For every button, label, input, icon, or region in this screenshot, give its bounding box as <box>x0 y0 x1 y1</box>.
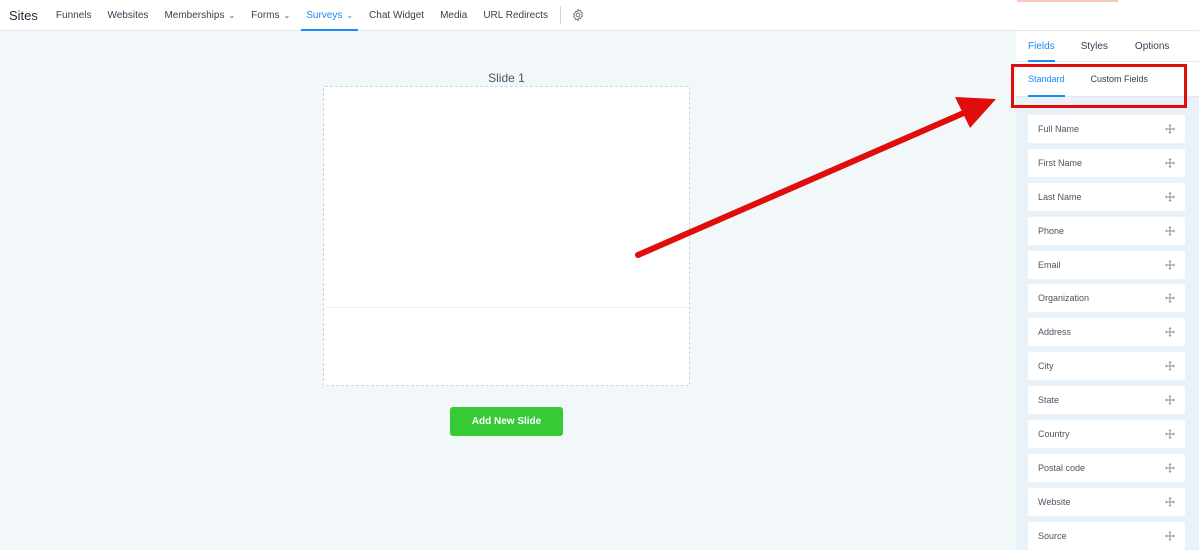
nav-websites[interactable]: Websites <box>107 0 148 31</box>
tab-standard[interactable]: Standard <box>1028 62 1065 97</box>
chevron-down-icon: ⌄ <box>228 10 236 20</box>
move-icon[interactable] <box>1165 259 1175 270</box>
field-label: Postal code <box>1038 462 1086 473</box>
slide-title: Slide 1 <box>488 71 525 85</box>
slide-divider <box>324 307 689 308</box>
field-label: Address <box>1038 327 1072 338</box>
field-item[interactable]: Email <box>1028 250 1185 279</box>
nav-forms[interactable]: Forms ⌄ <box>251 0 290 31</box>
move-icon[interactable] <box>1165 530 1175 541</box>
tab-styles[interactable]: Styles <box>1081 31 1108 62</box>
field-label: Country <box>1038 429 1070 440</box>
field-item[interactable]: Country <box>1028 420 1185 449</box>
chevron-down-icon: ⌄ <box>346 10 354 20</box>
tab-custom-fields[interactable]: Custom Fields <box>1091 62 1149 97</box>
move-icon[interactable] <box>1165 395 1175 406</box>
field-item[interactable]: First Name <box>1028 148 1185 177</box>
tab-fields[interactable]: Fields <box>1028 31 1055 62</box>
field-label: City <box>1038 361 1054 372</box>
field-label: First Name <box>1038 157 1083 168</box>
move-icon[interactable] <box>1165 327 1175 338</box>
top-navigation: Sites Funnels Websites Memberships ⌄ Form… <box>0 0 1199 31</box>
move-icon[interactable] <box>1165 462 1175 473</box>
move-icon[interactable] <box>1165 496 1175 507</box>
move-icon[interactable] <box>1165 429 1175 440</box>
move-icon[interactable] <box>1165 225 1175 236</box>
field-label: Website <box>1038 496 1071 507</box>
nav-chat-widget[interactable]: Chat Widget <box>369 0 424 31</box>
field-item[interactable]: Postal code <box>1028 453 1185 482</box>
slide-canvas[interactable] <box>323 86 690 386</box>
top-notification-strip <box>1017 0 1118 2</box>
fields-panel: Fields Styles Options Standard Custom Fi… <box>1016 31 1199 550</box>
add-new-slide-button[interactable]: Add New Slide <box>450 407 563 436</box>
move-icon[interactable] <box>1165 293 1175 304</box>
nav-memberships[interactable]: Memberships ⌄ <box>164 0 235 31</box>
nav-surveys[interactable]: Surveys ⌄ <box>301 0 358 31</box>
move-icon[interactable] <box>1165 124 1175 134</box>
field-label: Full Name <box>1038 124 1080 134</box>
nav-funnels[interactable]: Funnels <box>56 0 92 31</box>
nav-divider <box>559 6 561 24</box>
field-sub-tabs: Standard Custom Fields <box>1016 62 1199 97</box>
field-item[interactable]: Website <box>1028 487 1185 516</box>
field-item[interactable]: City <box>1028 352 1185 381</box>
field-list: Full Name First Name Last Name Phone Email Or… <box>1028 115 1185 550</box>
field-label: Source <box>1038 530 1067 541</box>
field-item[interactable]: Last Name <box>1028 182 1185 211</box>
field-label: Email <box>1038 259 1061 270</box>
field-item[interactable]: Source <box>1028 521 1185 550</box>
move-icon[interactable] <box>1165 361 1175 372</box>
field-label: Organization <box>1038 293 1090 304</box>
move-icon[interactable] <box>1165 157 1175 168</box>
panel-tabs: Fields Styles Options <box>1016 31 1199 62</box>
tab-options[interactable]: Options <box>1135 31 1169 62</box>
nav-url-redirects[interactable]: URL Redirects <box>483 0 548 31</box>
app-title: Sites <box>9 7 38 23</box>
chevron-down-icon: ⌄ <box>283 10 291 20</box>
field-item[interactable]: Organization <box>1028 284 1185 313</box>
field-item[interactable]: Phone <box>1028 216 1185 245</box>
nav-media[interactable]: Media <box>440 0 467 31</box>
field-item[interactable]: Full Name <box>1028 115 1185 143</box>
field-item[interactable]: Address <box>1028 318 1185 347</box>
move-icon[interactable] <box>1165 191 1175 202</box>
field-label: Last Name <box>1038 191 1082 202</box>
field-label: State <box>1038 395 1060 406</box>
gear-icon[interactable] <box>571 7 587 23</box>
field-item[interactable]: State <box>1028 386 1185 415</box>
field-label: Phone <box>1038 225 1065 236</box>
